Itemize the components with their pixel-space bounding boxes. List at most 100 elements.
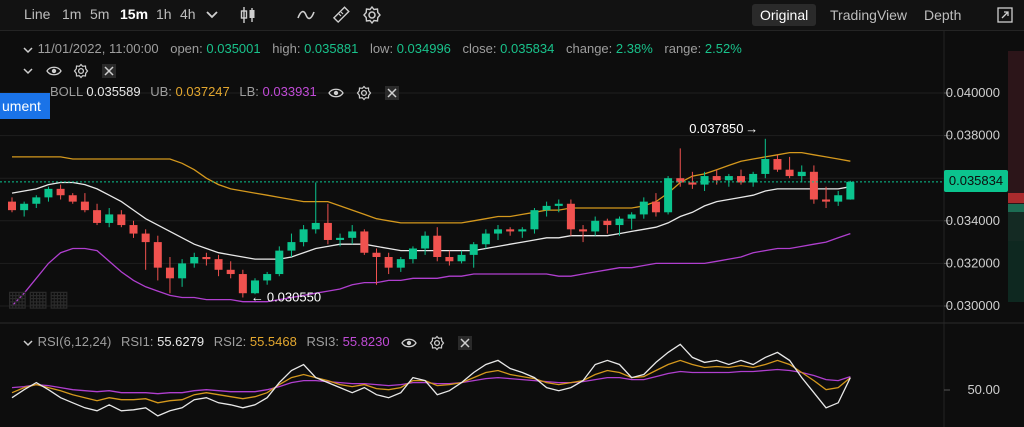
candle-up xyxy=(348,231,357,238)
candle-up xyxy=(724,176,733,181)
indicator-wave-icon[interactable] xyxy=(296,5,316,25)
candle-down xyxy=(214,259,223,270)
eye-icon[interactable] xyxy=(45,63,62,79)
candle-up xyxy=(105,214,114,223)
candle-down xyxy=(93,210,102,223)
high-arrow-icon: → xyxy=(745,121,758,136)
depth-marker-red xyxy=(1008,193,1024,203)
close-value: 0.035834 xyxy=(500,41,555,56)
candle-down xyxy=(445,257,454,262)
view-tradingview-tab[interactable]: TradingView xyxy=(822,4,915,26)
boll-mid-value: 0.035589 xyxy=(86,84,141,99)
candle-up xyxy=(408,248,417,260)
candle-up xyxy=(469,244,478,255)
candle-down xyxy=(603,220,612,226)
candle-down xyxy=(165,267,174,279)
rsi-axis-label: 50.00 xyxy=(967,382,1000,397)
settings-gear-icon[interactable] xyxy=(362,5,382,25)
candle-down xyxy=(712,176,721,181)
candle-up xyxy=(591,220,600,232)
range-value: 2.52% xyxy=(704,41,742,56)
settings-gear-icon[interactable] xyxy=(356,85,372,101)
candle-up xyxy=(44,188,53,198)
ohlc-datetime: 11/01/2022, 11:00:00 xyxy=(37,41,159,56)
boll-ub-label: UB: xyxy=(150,84,172,99)
timeframe-1h[interactable]: 1h xyxy=(156,6,172,22)
okx-watermark-logo: ▦▦▦ xyxy=(7,286,69,311)
view-depth-tab[interactable]: Depth xyxy=(916,4,969,26)
candle-up xyxy=(627,214,636,219)
rsi3-label: RSI3: xyxy=(306,334,339,349)
eye-icon[interactable] xyxy=(328,85,345,101)
candle-down xyxy=(773,159,782,170)
candle-down xyxy=(809,171,818,200)
rsi-info-bar: RSI(6,12,24) RSI1: 55.6279 RSI2: 55.5468… xyxy=(22,334,473,351)
low-value: 0.034996 xyxy=(396,41,451,56)
draw-ruler-icon[interactable] xyxy=(331,5,351,25)
candle-down xyxy=(68,195,77,202)
timeframe-5m[interactable]: 5m xyxy=(90,6,109,22)
candle-up xyxy=(311,222,320,230)
low-price-annotation: 0.030550 xyxy=(267,289,321,304)
candle-up xyxy=(190,257,199,264)
candle-up xyxy=(530,210,539,230)
close-icon[interactable] xyxy=(457,335,473,351)
chevron-down-icon[interactable] xyxy=(22,44,34,56)
candle-down xyxy=(153,242,162,268)
depth-marker-green xyxy=(1008,204,1024,212)
chevron-down-icon[interactable] xyxy=(22,65,34,77)
candle-up xyxy=(275,250,284,275)
price-axis-label: 0.038000 xyxy=(946,128,1000,143)
candle-up xyxy=(797,171,806,177)
candle-down xyxy=(117,214,126,226)
candle-down xyxy=(129,225,138,234)
chevron-down-icon[interactable] xyxy=(22,337,34,349)
boll-label: BOLL xyxy=(50,84,83,99)
candle-down xyxy=(141,233,150,243)
chevron-down-icon[interactable] xyxy=(202,5,222,25)
candle-up xyxy=(263,274,272,281)
timeframe-1m[interactable]: 1m xyxy=(62,6,81,22)
candle-up xyxy=(518,229,527,232)
candle-up xyxy=(639,201,648,215)
settings-gear-icon[interactable] xyxy=(73,63,89,79)
rsi-label: RSI(6,12,24) xyxy=(37,334,112,349)
candle-up xyxy=(396,259,405,268)
candle-up xyxy=(494,229,502,234)
chart-toolbar: Line 1m 5m 15m 1h 4h Original TradingVie… xyxy=(0,0,1024,31)
candle-up xyxy=(749,173,758,183)
price-axis-label: 0.034000 xyxy=(946,213,1000,228)
candle-up xyxy=(554,203,563,206)
price-axis-label: 0.040000 xyxy=(946,85,1000,100)
close-label: close: xyxy=(462,41,497,56)
candle-down xyxy=(372,252,381,258)
candle-up xyxy=(299,229,308,243)
close-icon[interactable] xyxy=(384,85,400,101)
range-label: range: xyxy=(664,41,702,56)
boll-lb-value: 0.033931 xyxy=(262,84,317,99)
boll-lb-label: LB: xyxy=(239,84,259,99)
view-original-tab[interactable]: Original xyxy=(752,4,817,26)
candle-down xyxy=(56,188,65,196)
candlestick-icon[interactable] xyxy=(238,5,258,25)
change-value: 2.38% xyxy=(615,41,653,56)
candle-down xyxy=(506,229,515,232)
price-axis-label: 0.030000 xyxy=(946,298,1000,313)
timeframe-line[interactable]: Line xyxy=(24,6,50,22)
candle-down xyxy=(80,201,89,211)
candle-down xyxy=(651,201,660,213)
timeframe-4h[interactable]: 4h xyxy=(180,6,196,22)
candle-up xyxy=(20,203,29,211)
candle-up xyxy=(457,254,466,262)
settings-gear-icon[interactable] xyxy=(429,335,445,351)
high-price-annotation: 0.037850 xyxy=(689,121,743,136)
candle-up xyxy=(846,181,855,200)
eye-icon[interactable] xyxy=(401,335,418,351)
timeframe-15m[interactable]: 15m xyxy=(120,6,148,22)
candle-down xyxy=(323,222,332,240)
instrument-tag[interactable]: ument xyxy=(0,93,50,119)
candle-up xyxy=(336,237,345,240)
fullscreen-icon[interactable] xyxy=(995,5,1015,25)
close-icon[interactable] xyxy=(101,63,117,79)
high-label: high: xyxy=(272,41,301,56)
